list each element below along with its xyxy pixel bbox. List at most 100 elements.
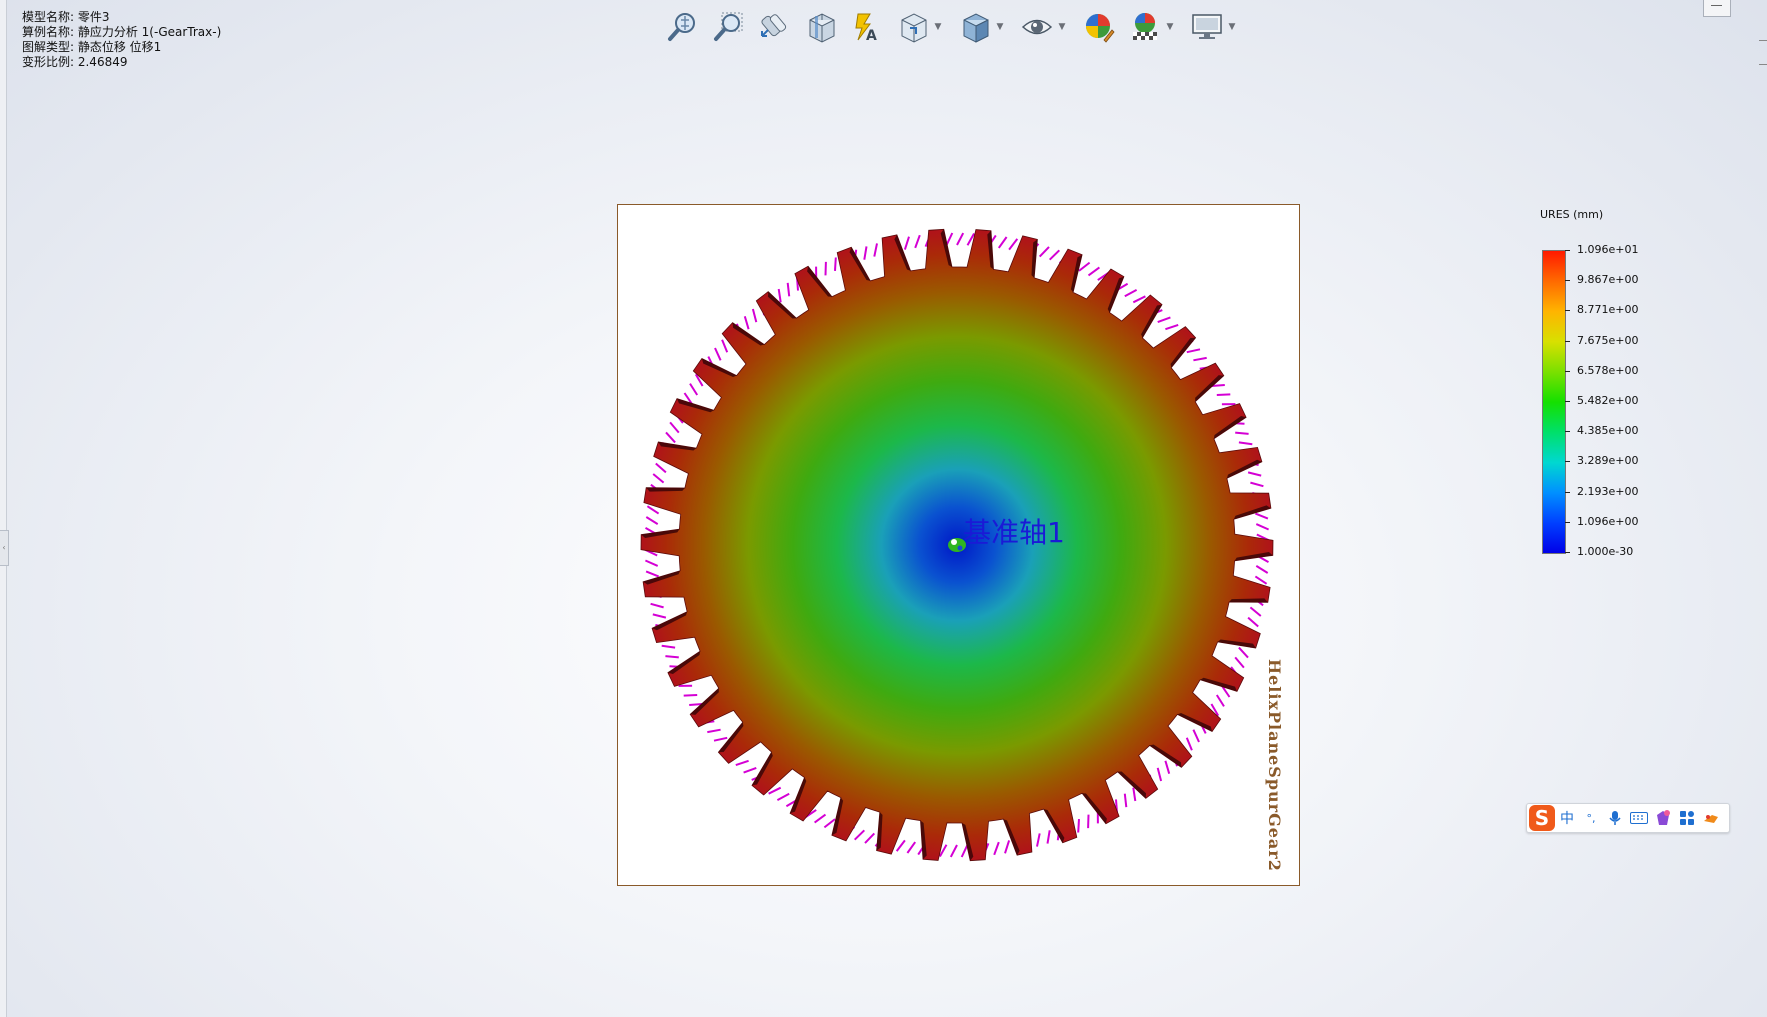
restraint-arrow [1247, 471, 1262, 477]
dynamic-annotation-button[interactable]: A [848, 8, 886, 46]
edit-appearance-icon [1086, 14, 1115, 43]
toolbox-icon[interactable] [1675, 806, 1699, 830]
restraint-arrow [1156, 767, 1163, 782]
legend-tick [1565, 461, 1570, 463]
dynamic-annotation-icon: A [855, 13, 877, 44]
minimize-button[interactable] [1703, 0, 1731, 17]
keyboard-icon[interactable] [1627, 806, 1651, 830]
heads-up-view-toolbar: A ▼ ▼ ▼ ▼ ▼ [664, 6, 1250, 48]
restraint-arrow [1255, 523, 1270, 531]
restraint-arrow [646, 505, 660, 515]
zoom-to-area-button[interactable] [710, 8, 748, 46]
zoom-to-fit-button[interactable] [664, 8, 702, 46]
restraint-arrow [661, 644, 676, 649]
result-color-legend[interactable]: URES (mm) 1.096e+01 9.867e+00 8.771e+00 7.6… [1540, 206, 1690, 566]
restraint-arrow [714, 347, 722, 361]
restraint-arrow [1247, 616, 1259, 628]
hide-show-items-icon [1021, 19, 1053, 35]
restraint-arrow [669, 421, 680, 434]
restraint-arrow [814, 813, 827, 824]
restraint-arrow [903, 236, 910, 250]
restraint-arrow [1046, 830, 1051, 844]
restraint-arrow [1078, 261, 1091, 272]
restraint-arrow [1008, 238, 1019, 251]
body-name-label: HelixPlaneSpurGear2 [1265, 659, 1284, 872]
legend-value-label: 6.578e+00 [1577, 363, 1639, 377]
legend-value-label: 5.482e+00 [1577, 394, 1639, 407]
restraint-arrow [665, 431, 676, 444]
restraint-arrow [906, 841, 917, 854]
restraint-arrow [721, 339, 729, 353]
graphics-viewport[interactable]: 基准轴1 HelixPlaneSpurGear2 [617, 204, 1300, 886]
ime-toolbar[interactable]: S 中 °, [1526, 803, 1730, 833]
datum-axis-label[interactable]: 基准轴1 [963, 511, 1065, 551]
previous-view-button[interactable] [756, 8, 794, 46]
restraint-arrow [1164, 760, 1171, 774]
restraint-arrow [1249, 606, 1262, 617]
restraint-arrow [1186, 348, 1201, 354]
legend-value-label: 2.193e+00 [1577, 484, 1639, 498]
restraint-arrow [1132, 787, 1137, 802]
svg-text:A: A [866, 28, 877, 44]
restraint-arrow [707, 728, 721, 734]
sogou-logo-icon[interactable]: S [1529, 805, 1555, 831]
legend-value-label: 1.000e-30 [1577, 545, 1634, 558]
restraint-arrow [854, 829, 865, 841]
restraint-arrow [751, 308, 758, 323]
legend-tick [1565, 552, 1570, 553]
restraint-arrow [683, 694, 698, 697]
ime-punctuation-toggle[interactable]: °, [1579, 806, 1603, 830]
view-orientation-dropdown[interactable]: ▼ [932, 8, 944, 46]
restraint-arrow [743, 766, 757, 774]
restraint-arrow [1038, 246, 1050, 258]
deformation-scale-text: 变形比例: 2.46849 [22, 55, 128, 69]
left-panel-edge [0, 0, 7, 1017]
restraint-arrow [713, 736, 728, 742]
restraint-arrow [652, 473, 665, 484]
legend-tick [1565, 491, 1570, 493]
restraint-arrow [1216, 393, 1231, 396]
view-orientation-icon [901, 13, 927, 43]
section-view-icon [809, 13, 835, 43]
restraint-arrow [1250, 481, 1264, 488]
ime-mode-toggle[interactable]: 中 [1555, 806, 1579, 830]
view-settings-dropdown[interactable]: ▼ [1226, 8, 1238, 46]
restraint-arrow [834, 257, 837, 271]
restraint-arrow [689, 383, 699, 396]
hide-show-items-button[interactable] [1018, 8, 1056, 46]
restraint-arrow [945, 232, 954, 246]
zoom-to-fit-icon [668, 13, 695, 41]
display-style-button[interactable] [956, 8, 994, 46]
restraint-arrow [1238, 646, 1249, 659]
restraint-arrow [863, 246, 868, 260]
hide-show-items-dropdown[interactable]: ▼ [1056, 8, 1068, 46]
restraint-arrow [1254, 575, 1268, 585]
restraint-arrow [1193, 356, 1207, 362]
apply-scene-dropdown[interactable]: ▼ [1164, 8, 1176, 46]
voice-icon[interactable] [1603, 806, 1627, 830]
panel-collapse-handle[interactable]: ‹ [0, 530, 9, 566]
view-orientation-button[interactable] [894, 8, 932, 46]
restraint-arrow [1049, 249, 1060, 261]
restraint-arrow [1165, 323, 1179, 331]
legend-value-label: 7.675e+00 [1577, 333, 1639, 347]
edit-appearance-button[interactable] [1080, 8, 1118, 46]
restraint-arrow [743, 316, 750, 330]
restraint-arrow [776, 792, 790, 801]
skin-icon[interactable] [1651, 806, 1675, 830]
display-style-dropdown[interactable]: ▼ [994, 8, 1006, 46]
restraint-arrow [895, 839, 906, 852]
legend-tick [1565, 310, 1570, 312]
more-icon[interactable] [1699, 806, 1723, 830]
legend-tick [1565, 431, 1570, 433]
legend-tick [1565, 521, 1570, 523]
restraint-arrow [993, 841, 1000, 856]
restraint-arrow [1036, 833, 1041, 847]
restraint-arrow [735, 759, 749, 767]
restraint-arrow [956, 232, 965, 246]
section-view-button[interactable] [802, 8, 840, 46]
view-settings-button[interactable] [1188, 8, 1226, 46]
right-edge-mark [1759, 64, 1767, 65]
restraint-arrow [1124, 289, 1138, 298]
apply-scene-button[interactable] [1126, 8, 1164, 46]
